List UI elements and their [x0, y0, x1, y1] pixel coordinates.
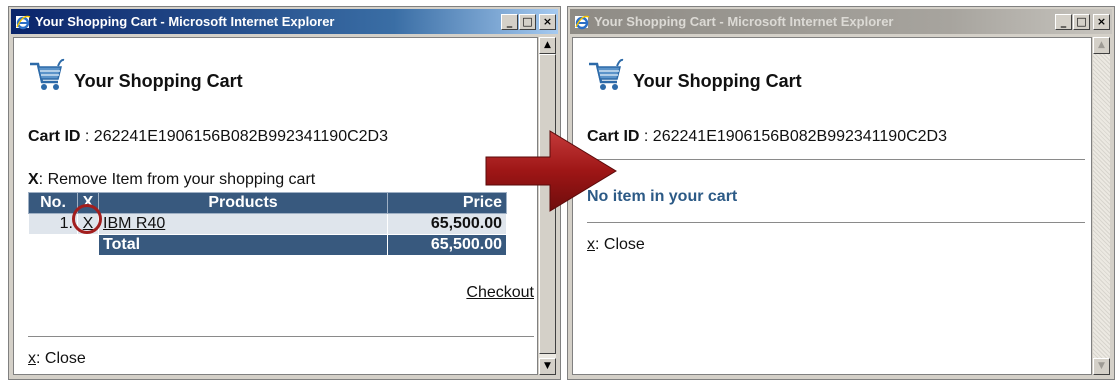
total-spacer: [28, 234, 78, 256]
minimize-button[interactable]: _: [1055, 13, 1072, 30]
highlight-circle: [72, 204, 102, 234]
page-content: Your Shopping Cart Cart ID : 262241E1906…: [572, 37, 1092, 375]
remove-text: : Remove Item from your shopping cart: [38, 171, 316, 188]
close-key: x: [587, 236, 595, 253]
ie-icon: [16, 15, 31, 29]
cart-table: No. X Products Price 1. X IBM R40 65,500…: [28, 192, 507, 256]
maximize-button[interactable]: □: [519, 13, 536, 30]
cart-id-value: : 262241E1906156B082B992341190C2D3: [643, 128, 947, 145]
divider: [28, 336, 534, 337]
total-label: Total: [98, 234, 388, 256]
total-value: 65,500.00: [387, 234, 507, 256]
close-text: : Close: [36, 350, 86, 367]
table-header-row: No. X Products Price: [28, 192, 507, 214]
product-cell: IBM R40: [98, 213, 388, 235]
window-title: Your Shopping Cart - Microsoft Internet …: [594, 14, 894, 29]
close-link[interactable]: x: Close: [28, 350, 86, 368]
total-spacer: [77, 234, 99, 256]
arrow-annotation: [485, 130, 617, 212]
price-cell: 65,500.00: [387, 213, 507, 235]
cart-title: Your Shopping Cart: [74, 71, 243, 91]
title-bar[interactable]: Your Shopping Cart - Microsoft Internet …: [570, 9, 1112, 34]
divider: [587, 159, 1085, 160]
close-key: x: [28, 350, 36, 367]
total-row: Total 65,500.00: [28, 234, 507, 256]
close-window-button[interactable]: ×: [539, 13, 556, 30]
table-row: 1. X IBM R40 65,500.00: [28, 204, 507, 235]
row-number: 1.: [28, 213, 78, 235]
cart-header: Your Shopping Cart: [28, 58, 243, 94]
scroll-down-icon[interactable]: ▼: [539, 358, 556, 375]
checkout-link[interactable]: Checkout: [466, 284, 534, 302]
divider: [587, 222, 1085, 223]
cart-id-line: Cart ID : 262241E1906156B082B992341190C2…: [28, 128, 388, 146]
shopping-cart-icon: [589, 58, 624, 90]
cart-title: Your Shopping Cart: [633, 71, 802, 91]
col-header-no: No.: [28, 192, 78, 214]
remove-key: X: [28, 171, 39, 188]
product-link[interactable]: IBM R40: [103, 215, 165, 232]
vertical-scrollbar[interactable]: ▲ ▼: [1093, 37, 1110, 375]
cart-id-line: Cart ID : 262241E1906156B082B992341190C2…: [587, 128, 947, 146]
browser-window-after: Your Shopping Cart - Microsoft Internet …: [567, 6, 1115, 380]
close-text: : Close: [595, 236, 645, 253]
cart-header: Your Shopping Cart: [587, 58, 802, 94]
title-bar[interactable]: Your Shopping Cart - Microsoft Internet …: [11, 9, 558, 34]
ie-icon: [575, 15, 590, 29]
minimize-button[interactable]: _: [501, 13, 518, 30]
browser-window-before: Your Shopping Cart - Microsoft Internet …: [8, 6, 561, 380]
close-link[interactable]: x: Close: [587, 236, 645, 254]
cart-id-label: Cart ID: [28, 128, 81, 145]
scroll-down-icon[interactable]: ▼: [1093, 358, 1110, 375]
window-title: Your Shopping Cart - Microsoft Internet …: [35, 14, 335, 29]
cart-id-value: : 262241E1906156B082B992341190C2D3: [84, 128, 388, 145]
close-window-button[interactable]: ×: [1093, 13, 1110, 30]
remove-item-cell: X: [72, 204, 102, 235]
page-content: Your Shopping Cart Cart ID : 262241E1906…: [13, 37, 538, 375]
remove-instructions: X: Remove Item from your shopping cart: [28, 171, 315, 189]
scroll-up-icon[interactable]: ▲: [539, 37, 556, 54]
shopping-cart-icon: [30, 58, 65, 90]
scroll-up-icon[interactable]: ▲: [1093, 37, 1110, 54]
col-header-products: Products: [98, 192, 388, 214]
maximize-button[interactable]: □: [1073, 13, 1090, 30]
